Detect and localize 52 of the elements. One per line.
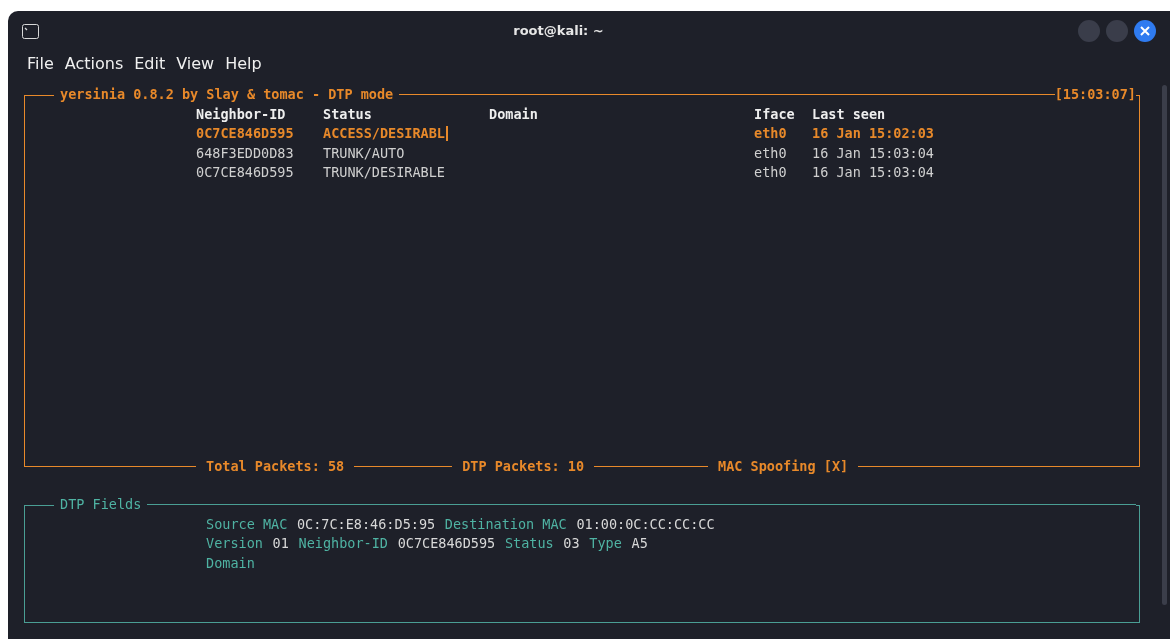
neighbor-row[interactable]: 0C7CE846D595 TRUNK/DESIRABLE eth0 16 Jan 15:03:04 — [196, 163, 1139, 183]
last-seen: 16 Jan 15:02:03 — [812, 124, 934, 143]
status-text: TRUNK/DESIRABLE — [323, 163, 445, 182]
maximize-button[interactable] — [1106, 20, 1128, 42]
minimize-button[interactable] — [1078, 20, 1100, 42]
scrollbar-thumb[interactable] — [1162, 85, 1167, 605]
panel-title: DTP Fields — [59, 495, 143, 514]
field-value: 01 — [272, 534, 289, 553]
clock: [15:03:07] — [1054, 85, 1136, 104]
iface: eth0 — [754, 124, 788, 143]
field-label: Status — [504, 534, 554, 553]
column-header: Domain — [489, 104, 539, 124]
neighbor-row[interactable]: 0C7CE846D595 ACCESS/DESIRABL eth0 16 Jan 15:02:03 — [196, 124, 1139, 144]
menu-item[interactable]: File — [27, 52, 54, 76]
field-value: 0C7CE846D595 — [397, 534, 496, 553]
field-value: 03 — [563, 534, 580, 553]
status-text: ACCESS/DESIRABL — [323, 124, 445, 143]
status-text: TRUNK/AUTO — [323, 143, 405, 163]
field-label: Version — [206, 534, 263, 553]
text-cursor — [445, 126, 448, 142]
neighbor-id: 0C7CE846D595 — [196, 163, 295, 182]
column-header: Last seen — [812, 104, 886, 124]
menu-item[interactable]: Help — [225, 52, 262, 76]
field-label: Type — [589, 534, 622, 553]
field-label: Destination MAC — [444, 514, 567, 534]
iface: eth0 — [754, 163, 788, 182]
column-header: Neighbor-ID — [196, 104, 287, 124]
column-header: Iface — [754, 104, 796, 124]
footer-stat: Total Packets: 58 — [205, 456, 346, 476]
footer-stat: DTP Packets: 10 — [461, 456, 586, 476]
last-seen: 16 Jan 15:03:04 — [812, 143, 934, 163]
field-label: Neighbor-ID — [298, 534, 388, 553]
field-value: A5 — [631, 534, 648, 553]
menu-item[interactable]: View — [176, 52, 215, 76]
neighbor-id: 0C7CE846D595 — [196, 124, 295, 143]
field-value: 01:00:0C:CC:CC:CC — [576, 514, 715, 534]
close-icon — [1140, 26, 1150, 36]
field-label: Domain — [206, 553, 255, 573]
field-label: Source MAC — [206, 514, 288, 534]
field-value: 0C:7C:E8:46:D5:95 — [296, 514, 436, 534]
menu-item[interactable]: Actions — [64, 52, 124, 76]
panel-title: yersinia 0.8.2 by Slay & tomac - DTP mode — [59, 85, 395, 104]
menu-item[interactable]: Edit — [134, 52, 166, 76]
iface: eth0 — [754, 143, 788, 163]
last-seen: 16 Jan 15:03:04 — [812, 163, 934, 182]
close-button[interactable] — [1134, 20, 1156, 42]
terminal-icon — [22, 23, 39, 39]
neighbor-row[interactable]: 648F3EDD0D83 TRUNK/AUTO eth0 16 Jan 15:03:04 — [196, 143, 1139, 163]
column-header: Status — [323, 104, 373, 124]
window-title: root@kali: ~ — [513, 22, 604, 41]
neighbor-id: 648F3EDD0D83 — [196, 143, 295, 163]
footer-stat: MAC Spoofing [X] — [717, 456, 850, 476]
